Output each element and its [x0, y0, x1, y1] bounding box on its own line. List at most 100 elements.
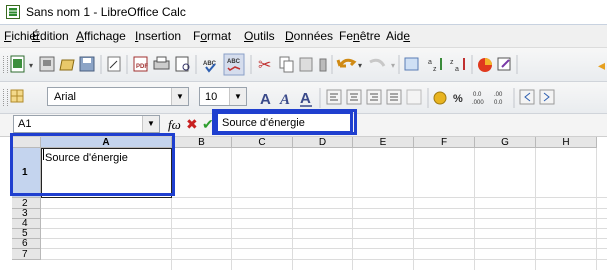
undo-dropdown-icon[interactable]: ▾ — [358, 61, 362, 70]
font-size-dropdown-icon[interactable]: ▼ — [229, 88, 246, 105]
svg-text:.00: .00 — [494, 92, 503, 98]
align-center-icon[interactable] — [346, 89, 362, 105]
menu-aide[interactable]: Aide — [386, 29, 410, 43]
undo-icon[interactable] — [336, 58, 357, 68]
print-icon[interactable] — [153, 56, 170, 70]
copy-icon[interactable] — [279, 56, 294, 73]
column-gridline — [596, 148, 597, 270]
standard-toolbar: ▾ PDF ABC ABC ✂ ▾ ▾ a z z a ◂ — [0, 48, 607, 82]
svg-text:A: A — [260, 91, 271, 108]
font-name-dropdown-icon[interactable]: ▼ — [171, 88, 188, 105]
autospellcheck-icon[interactable]: ABC — [223, 53, 245, 76]
svg-text:a: a — [428, 59, 432, 66]
column-gridline — [231, 148, 232, 270]
column-header-h[interactable]: H — [536, 137, 597, 148]
insert-pivot-table-icon[interactable] — [497, 57, 511, 71]
italic-icon[interactable]: A — [279, 92, 290, 108]
column-gridline — [292, 148, 293, 270]
name-box[interactable]: A1 ▼ — [13, 115, 160, 133]
svg-text:a: a — [455, 66, 459, 73]
toolbar-overflow-icon[interactable]: ◂ — [598, 57, 605, 73]
svg-text:A: A — [300, 90, 311, 107]
print-preview-icon[interactable] — [175, 56, 190, 72]
menu-donnees[interactable]: Données — [285, 29, 333, 43]
column-header-f[interactable]: F — [414, 137, 475, 148]
menu-fenetre[interactable]: Fenêtre — [339, 29, 380, 43]
name-box-dropdown-icon[interactable]: ▼ — [142, 116, 159, 132]
column-gridline — [352, 148, 353, 270]
menu-edition[interactable]: Édition — [32, 29, 69, 43]
percent-format-icon[interactable]: % — [453, 93, 463, 105]
dropdown-arrow-icon[interactable]: ▾ — [29, 61, 33, 70]
column-header-e[interactable]: E — [353, 137, 414, 148]
styles-icon[interactable] — [10, 89, 24, 103]
row-gridline — [41, 259, 607, 260]
row-header-6[interactable]: 6 — [12, 239, 41, 249]
column-header-g[interactable]: G — [475, 137, 536, 148]
row-gridline — [41, 228, 607, 229]
column-gridline — [413, 148, 414, 270]
cut-icon[interactable]: ✂ — [258, 57, 271, 74]
add-decimal-icon[interactable]: .00 0.0 — [494, 92, 503, 106]
decrease-indent-icon[interactable] — [519, 89, 535, 105]
svg-text:✂: ✂ — [258, 57, 271, 74]
menu-format[interactable]: Format — [193, 29, 231, 43]
redo-dropdown-icon[interactable]: ▾ — [391, 61, 395, 70]
svg-text:.000: .000 — [472, 100, 484, 106]
menu-bar: Fichier Édition Affichage Insertion Format Ou… — [0, 25, 607, 48]
cancel-icon[interactable]: ✖ — [186, 116, 198, 133]
increase-indent-icon[interactable] — [539, 89, 555, 105]
spellcheck-icon[interactable]: ABC — [203, 61, 217, 73]
row-gridline — [41, 208, 607, 209]
underline-icon[interactable]: A — [300, 90, 312, 107]
window-title: Sans nom 1 - LibreOffice Calc — [26, 5, 186, 19]
svg-text:◂: ◂ — [598, 57, 605, 73]
sort-ascending-icon[interactable]: a z — [428, 58, 442, 73]
font-size-box[interactable]: 10 ▼ — [199, 87, 247, 106]
column-header-d[interactable]: D — [293, 137, 353, 148]
font-size-value: 10 — [205, 91, 218, 103]
svg-text:z: z — [433, 66, 437, 73]
sort-descending-icon[interactable]: z a — [450, 58, 465, 73]
save-icon[interactable] — [79, 56, 95, 72]
hyperlink-icon[interactable] — [404, 57, 419, 71]
column-gridline — [474, 148, 475, 270]
menu-insertion[interactable]: Insertion — [135, 29, 181, 43]
align-right-icon[interactable] — [366, 89, 382, 105]
justify-icon[interactable] — [386, 89, 402, 105]
templates-icon[interactable] — [39, 56, 55, 72]
title-bar: Sans nom 1 - LibreOffice Calc — [0, 0, 607, 25]
edit-file-icon[interactable] — [107, 56, 121, 72]
svg-text:z: z — [450, 59, 454, 66]
bold-icon[interactable]: A — [260, 91, 271, 108]
currency-format-icon[interactable] — [433, 91, 447, 105]
svg-text:0.0: 0.0 — [494, 100, 503, 106]
redo-icon[interactable] — [369, 58, 386, 67]
svg-text:0.0: 0.0 — [473, 92, 482, 98]
menu-affichage[interactable]: Affichage — [76, 29, 126, 43]
insert-chart-icon[interactable] — [478, 58, 492, 72]
calc-app-icon — [6, 5, 20, 19]
merge-cells-icon[interactable] — [406, 89, 422, 105]
font-name-box[interactable]: Arial ▼ — [47, 87, 189, 106]
row-gridline — [41, 238, 607, 239]
export-pdf-icon[interactable]: PDF — [133, 56, 148, 72]
svg-text:%: % — [453, 93, 463, 105]
number-format-icon[interactable]: 0.0 .000 — [472, 92, 484, 106]
svg-text:ABC: ABC — [227, 59, 241, 65]
column-header-c[interactable]: C — [232, 137, 293, 148]
svg-text:A: A — [279, 92, 290, 108]
paste-icon[interactable] — [299, 57, 313, 72]
cell-reference: A1 — [18, 118, 32, 130]
column-header-b[interactable]: B — [172, 137, 232, 148]
menu-outils[interactable]: Outils — [244, 29, 275, 43]
align-left-icon[interactable] — [326, 89, 342, 105]
open-icon[interactable] — [59, 59, 75, 71]
formula-input-highlight — [212, 109, 357, 135]
new-document-icon[interactable] — [10, 55, 25, 73]
clone-format-icon[interactable] — [319, 58, 327, 72]
function-wizard-icon[interactable]: fω — [168, 117, 181, 133]
row-gridline — [41, 218, 607, 219]
row-header-7[interactable]: 7 — [12, 249, 41, 260]
font-name-value: Arial — [54, 91, 77, 103]
